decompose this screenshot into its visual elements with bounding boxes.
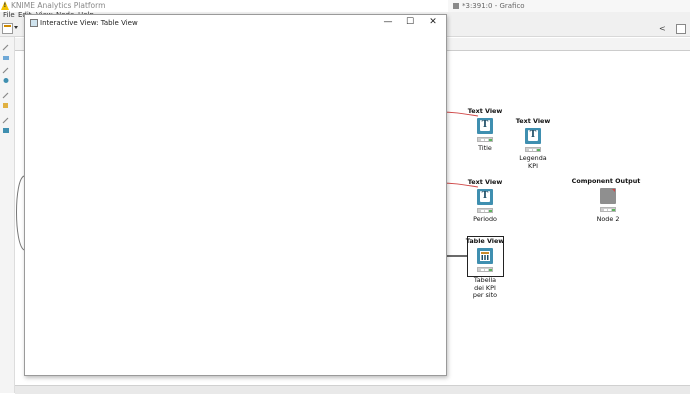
node-label-legenda[interactable]: Legenda KPI [519,154,546,170]
canvas-line-fragment [16,175,25,251]
component-output-node[interactable] [600,188,616,204]
interactive-view-window: Interactive View: Table View — ☐ ✕ [24,14,447,376]
dialog-content-area [25,31,446,375]
text-view-icon: T [480,191,490,202]
node-label-periodo[interactable]: Periodo [473,215,497,224]
text-view-node[interactable]: T [477,118,493,134]
minimize-button[interactable]: — [377,16,399,29]
table-view-node[interactable] [477,248,493,264]
node-status-light [477,208,493,213]
node-header-table-view: Table View [465,237,505,245]
dialog-titlebar[interactable]: Interactive View: Table View — ☐ ✕ [25,15,446,31]
node-status-light [525,147,541,152]
close-button[interactable]: ✕ [422,16,444,29]
table-view-icon [480,251,490,261]
dialog-title: Interactive View: Table View [40,19,138,27]
text-view-icon: T [528,130,538,141]
window-icon [30,19,38,27]
text-view-icon: T [480,120,490,131]
node-label-component-output[interactable]: Node 2 [597,215,620,224]
node-status-light [477,137,493,142]
node-label-title[interactable]: Title [478,144,492,153]
node-header-component-output: Component Output [571,177,641,185]
node-label-table-view[interactable]: Tabella dei KPI per sito [473,276,497,300]
node-status-light [600,207,616,212]
maximize-button[interactable]: ☐ [399,16,421,29]
node-status-light [477,267,493,272]
node-header-legenda: Text View [515,117,551,125]
component-output-icon [612,189,615,192]
text-view-node[interactable]: T [477,189,493,205]
node-header-title: Text View [467,107,503,115]
text-view-node[interactable]: T [525,128,541,144]
node-header-periodo: Text View [467,178,503,186]
